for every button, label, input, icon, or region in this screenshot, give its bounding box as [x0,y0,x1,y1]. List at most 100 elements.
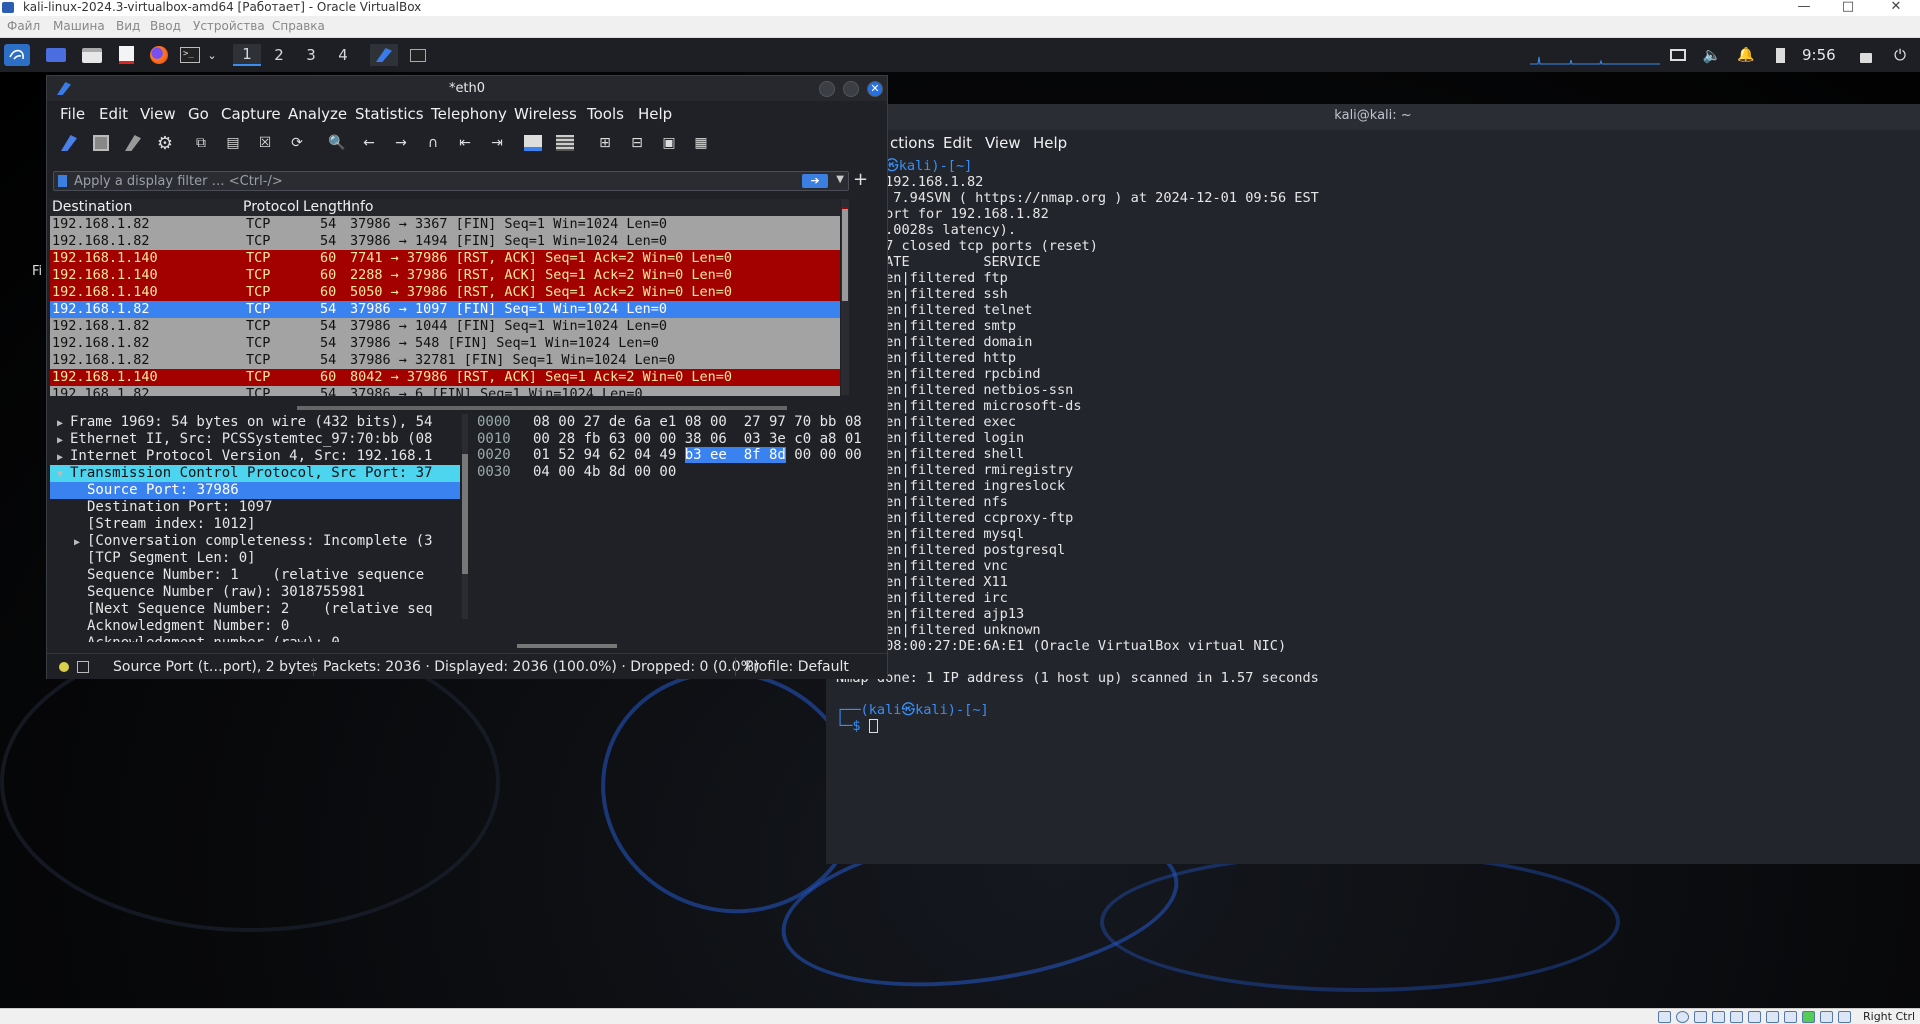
menu-help[interactable]: Help [638,105,672,123]
host-menu-help[interactable]: Справка [272,19,325,33]
column-protocol[interactable]: Protocol [243,199,299,215]
collapsed-arrow-icon[interactable]: ▶ [50,449,70,466]
file-manager-icon[interactable] [80,44,104,66]
packet-details-scrollbar[interactable] [462,414,468,619]
notification-bell-icon[interactable]: 🔔 [1736,44,1756,66]
detail-row[interactable]: ▶ Frame 1969: 54 bytes on wire (432 bits)… [50,414,460,431]
column-info[interactable]: Info [347,199,374,215]
audio-icon[interactable] [1694,1011,1707,1023]
expanded-arrow-icon[interactable]: ▼ [50,466,70,483]
usb-icon[interactable] [1730,1011,1743,1023]
minimize-icon[interactable]: — [1792,0,1816,14]
stop-capture-icon[interactable] [91,133,111,153]
wireshark-task-icon[interactable] [370,44,398,66]
zoom-out-icon[interactable]: ⊟ [627,133,647,153]
packet-list-hscrollbar[interactable] [297,406,787,410]
collapsed-arrow-icon[interactable]: ▶ [50,432,70,449]
autoscroll-icon[interactable] [523,133,543,153]
text-editor-icon[interactable] [114,44,138,66]
packet-row[interactable]: 192.168.1.140 TCP 60 2288 → 37986 [RST, ACK… [50,267,840,284]
workspace-1[interactable]: 1 [233,44,261,66]
terminal-menu-actions[interactable]: ctions [890,134,935,152]
detail-row[interactable]: Source Port: 37986 [50,482,460,499]
host-menu-machine[interactable]: Машина [53,19,105,33]
detail-row[interactable]: ▶ Internet Protocol Version 4, Src: 192.1… [50,448,460,465]
column-length[interactable]: Length [303,199,351,215]
menu-go[interactable]: Go [188,105,209,123]
packet-list[interactable]: 192.168.1.82 TCP 54 37986 → 3367 [FIN] Seq=… [50,216,840,396]
hex-row[interactable]: 0030 04 00 4b 8d 00 00 [477,464,887,481]
menu-analyze[interactable]: Analyze [288,105,347,123]
open-file-icon[interactable]: ⧉ [191,133,211,153]
hex-row[interactable]: 0020 01 52 94 62 04 49 b3 ee 8f 8d 00 00 … [477,447,887,464]
packet-row[interactable]: 192.168.1.140 TCP 60 8042 → 37986 [RST, ACK… [50,369,840,386]
battery-icon[interactable] [1770,44,1790,66]
workspace-4[interactable]: 4 [329,44,357,66]
power-icon[interactable]: ⏻ [1890,44,1910,66]
cpu-icon[interactable] [1838,1011,1851,1023]
menu-telephony[interactable]: Telephony [431,105,507,123]
host-menu-file[interactable]: Файл [7,19,40,33]
terminal-icon[interactable]: >_ [178,44,202,66]
packet-row[interactable]: 192.168.1.140 TCP 60 5050 → 37986 [RST, ACK… [50,284,840,301]
first-packet-icon[interactable]: ⇤ [455,133,475,153]
detail-row[interactable]: ▶ Ethernet II, Src: PCSSystemtec_97:70:bb… [50,431,460,448]
firefox-icon[interactable] [147,44,171,66]
menu-file[interactable]: File [60,105,85,123]
hex-row[interactable]: 0010 00 28 fb 63 00 00 38 06 03 3e c0 a8 … [477,431,887,448]
network-icon[interactable] [1712,1011,1725,1023]
volume-icon[interactable]: 🔈 [1702,44,1722,66]
detail-row[interactable]: Acknowledgment Number: 0 [50,618,460,635]
start-capture-icon[interactable] [59,133,79,153]
packet-list-scrollbar[interactable] [841,199,849,395]
display-icon[interactable] [1668,44,1688,66]
detail-row[interactable]: Destination Port: 1097 [50,499,460,516]
packet-bytes[interactable]: 0000 08 00 27 de 6a e1 08 00 27 97 70 bb … [477,414,887,494]
add-filter-button-icon[interactable]: + [853,169,868,190]
menu-wireless[interactable]: Wireless [514,105,577,123]
workspace-3[interactable]: 3 [297,44,325,66]
packet-row[interactable]: 192.168.1.82 TCP 54 37986 → 1494 [FIN] Seq=… [50,233,840,250]
collapsed-arrow-icon[interactable]: ▶ [50,415,70,432]
packet-row[interactable]: 192.168.1.82 TCP 54 37986 → 6 [FIN] Seq=1 W… [50,386,840,396]
menu-edit[interactable]: Edit [99,105,128,123]
capture-options-icon[interactable]: ⚙ [155,133,175,154]
detail-row[interactable]: Sequence Number: 1 (relative sequence [50,567,460,584]
menu-statistics[interactable]: Statistics [355,105,424,123]
shared-folders-icon[interactable] [1748,1011,1761,1023]
host-menu-input[interactable]: Ввод [150,19,181,33]
last-packet-icon[interactable]: ⇥ [487,133,507,153]
terminal-menu-view[interactable]: View [985,134,1021,152]
hdd-icon[interactable] [1658,1011,1671,1023]
filter-dropdown-icon[interactable]: ▼ [836,174,844,185]
packet-row[interactable]: 192.168.1.82 TCP 54 37986 → 32781 [FIN] Seq… [50,352,840,369]
detail-row[interactable]: ▼ Transmission Control Protocol, Src Port… [50,465,460,482]
keyboard-icon[interactable] [1820,1011,1833,1023]
normal-size-icon[interactable]: ▣ [659,133,679,153]
mouse-integration-icon[interactable] [1802,1011,1815,1023]
go-forward-icon[interactable]: → [391,133,411,153]
close-icon[interactable]: ✕ [1884,0,1908,14]
save-file-icon[interactable]: ▤ [223,133,243,153]
detail-row[interactable]: ▶ [Conversation completeness: Incomplete … [50,533,460,550]
apply-filter-icon[interactable]: ➔ [802,174,828,188]
collapsed-arrow-icon[interactable]: ▶ [67,534,87,551]
capture-comment-icon[interactable] [77,661,89,673]
packet-row[interactable]: 192.168.1.140 TCP 60 7741 → 37986 [RST, ACK… [50,250,840,267]
expert-info-icon[interactable] [59,662,69,672]
display-filter-input[interactable]: Apply a display filter … <Ctrl-/> ➔ ▼ [53,171,849,191]
column-destination[interactable]: Destination [52,199,132,215]
hex-row[interactable]: 0000 08 00 27 de 6a e1 08 00 27 97 70 bb … [477,414,887,431]
detail-row[interactable]: [Next Sequence Number: 2 (relative seq [50,601,460,618]
packet-details[interactable]: ▶ Frame 1969: 54 bytes on wire (432 bits)… [50,414,460,642]
wireshark-window[interactable]: *eth0 ✕ File Edit View Go Capture Analyz… [46,75,888,679]
maximize-icon[interactable]: □ [1836,0,1860,14]
workspace-2[interactable]: 2 [265,44,293,66]
terminal-menu-help[interactable]: Help [1033,134,1067,152]
optical-drive-icon[interactable] [1676,1011,1689,1023]
menu-capture[interactable]: Capture [221,105,281,123]
resize-columns-icon[interactable]: ▦ [691,133,711,153]
clock[interactable]: 9:56 [1802,46,1836,64]
host-menu-devices[interactable]: Устройства [193,19,265,33]
recording-icon[interactable] [1784,1011,1797,1023]
